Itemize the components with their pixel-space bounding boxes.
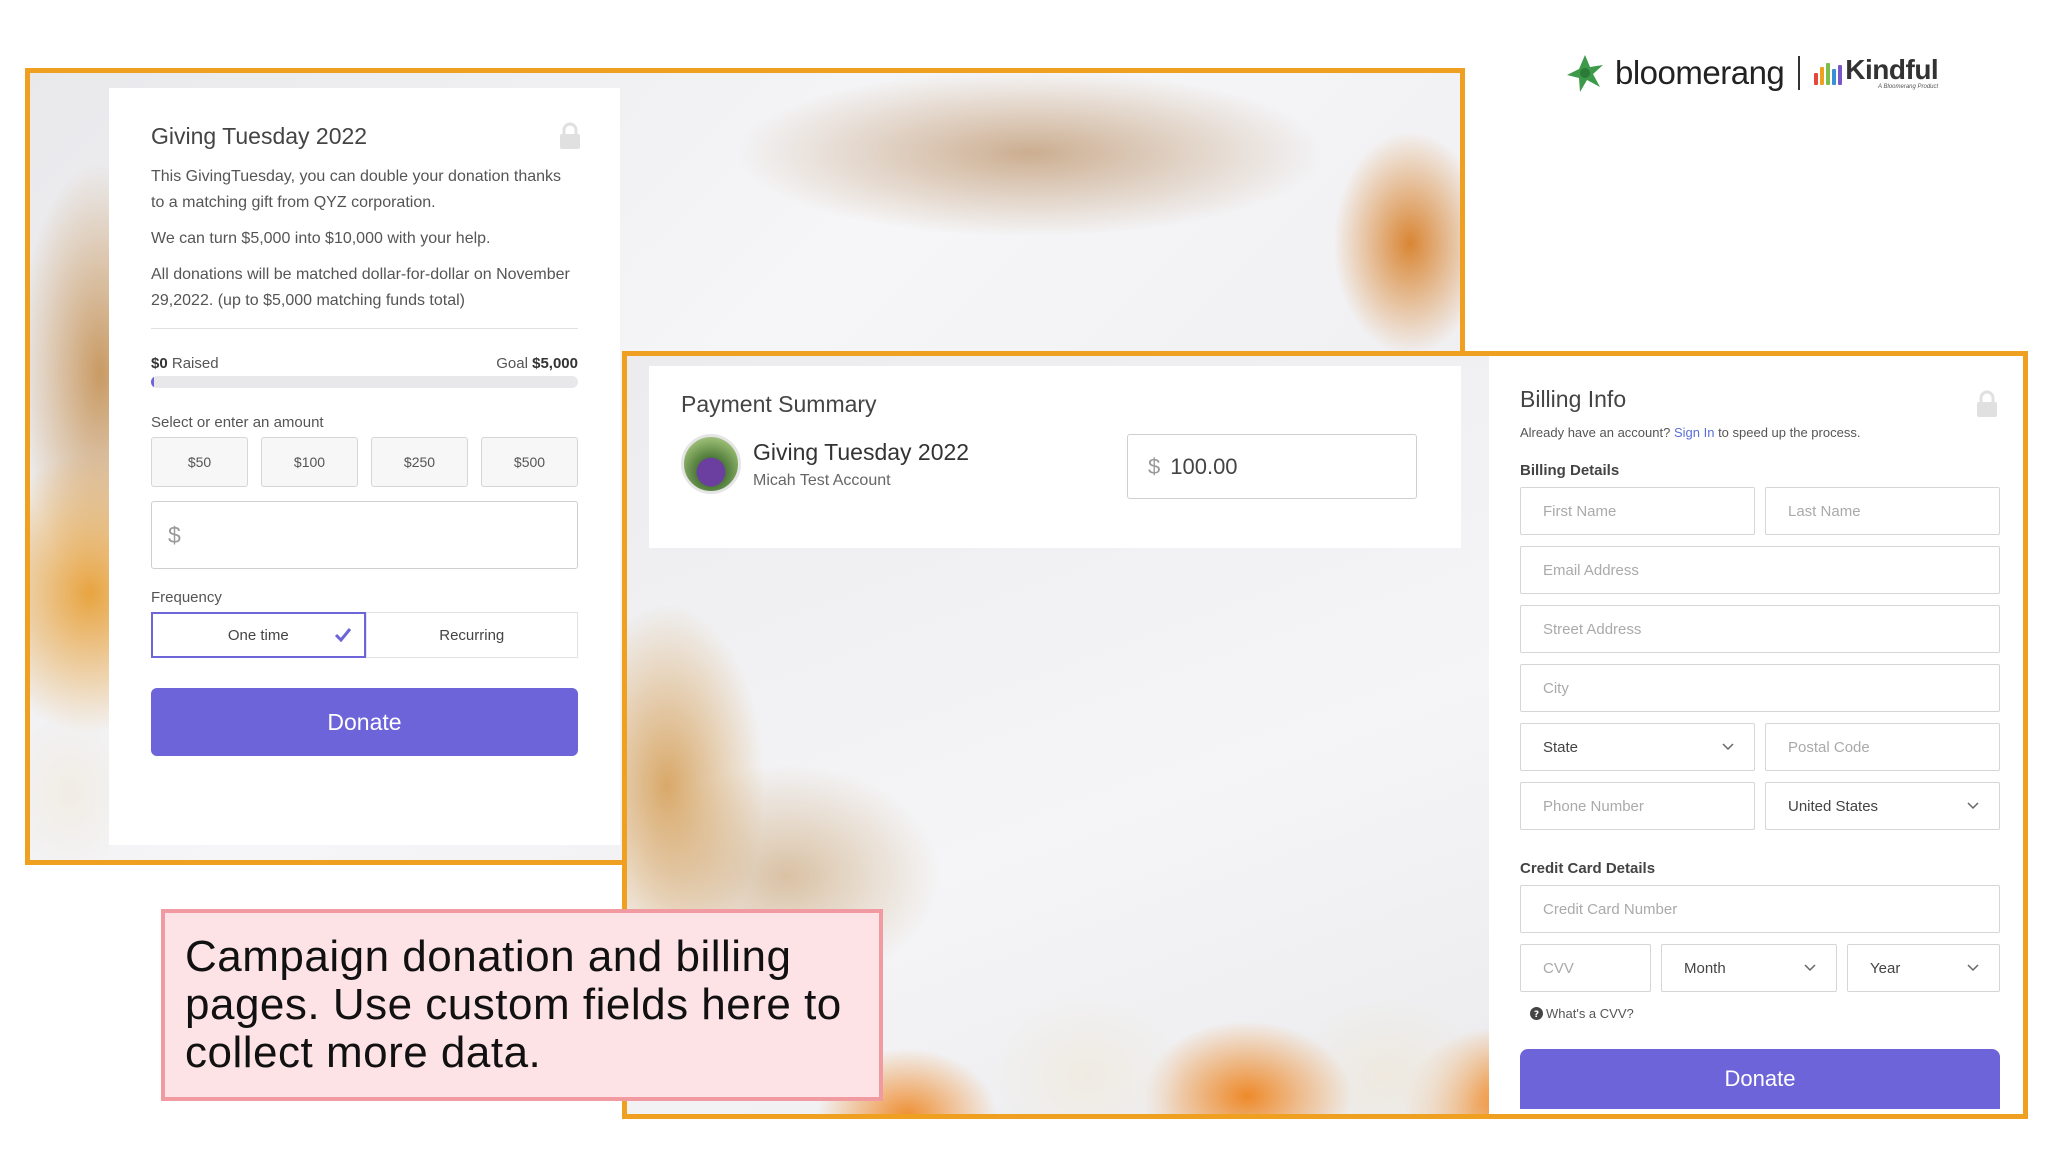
progress-bar-fill xyxy=(151,376,154,388)
payment-summary-title: Payment Summary xyxy=(681,391,877,417)
card-number-field[interactable]: Credit Card Number xyxy=(1520,885,2000,933)
description-paragraph: This GivingTuesday, you can double your … xyxy=(151,168,562,211)
amount-label: Select or enter an amount xyxy=(151,414,324,431)
account-prompt: Already have an account? Sign In to spee… xyxy=(1520,425,2000,440)
donation-form-card: Giving Tuesday 2022 This GivingTuesday, … xyxy=(109,88,620,845)
billing-title: Billing Info xyxy=(1520,386,1627,412)
amount-button-250[interactable]: $250 xyxy=(371,437,468,487)
frequency-one-time-label: One time xyxy=(227,626,289,644)
lock-icon xyxy=(1977,390,1997,417)
payment-summary-card: Payment Summary Giving Tuesday 2022 Mica… xyxy=(649,366,1461,548)
partner-tagline: A Bloomerang Product xyxy=(1878,84,1939,90)
logo-divider xyxy=(1798,56,1801,90)
state-select[interactable]: State xyxy=(1520,723,1755,771)
account-prompt-text: Already have an account? xyxy=(1520,425,1671,440)
frequency-recurring-label: Recurring xyxy=(439,626,505,644)
billing-info-panel: Billing Info Already have an account? Si… xyxy=(1489,356,2023,1114)
svg-text:?: ? xyxy=(1534,1010,1539,1020)
billing-donate-button[interactable]: Donate xyxy=(1520,1049,2000,1109)
lock-icon xyxy=(560,122,580,149)
country-select[interactable]: United States xyxy=(1765,782,2000,830)
year-select[interactable]: Year xyxy=(1847,944,2000,992)
raised-label: Raised xyxy=(171,355,219,372)
chevron-down-icon xyxy=(1967,802,1979,810)
caption-box: Campaign donation and billing pages. Use… xyxy=(161,909,883,1101)
frequency-toggle: One time Recurring xyxy=(151,612,578,658)
brand-name: bloomerang xyxy=(1615,54,1785,91)
kindful-bars-icon xyxy=(1814,61,1843,85)
frequency-one-time[interactable]: One time xyxy=(151,612,366,658)
divider xyxy=(151,328,578,329)
summary-amount-field[interactable]: $ 100.00 xyxy=(1127,434,1417,499)
brand-logo: bloomerang Kindful A Bloomerang Product xyxy=(1563,48,1939,98)
goal-text: Goal $5,000 xyxy=(496,355,578,372)
fundraising-progress-labels: $0 Raised Goal $5,000 xyxy=(151,355,578,372)
checkmark-icon xyxy=(334,628,351,643)
month-select[interactable]: Month xyxy=(1661,944,1837,992)
cvv-field[interactable]: CVV xyxy=(1520,944,1651,992)
summary-account-name: Micah Test Account xyxy=(753,471,891,489)
donate-button[interactable]: Donate xyxy=(151,688,578,756)
amount-button-500[interactable]: $500 xyxy=(481,437,578,487)
goal-label: Goal xyxy=(496,355,528,372)
partner-name: Kindful xyxy=(1845,54,1939,85)
country-value: United States xyxy=(1788,797,1879,815)
last-name-field[interactable]: Last Name xyxy=(1765,487,2000,535)
description-paragraph: All donations will be matched dollar-for… xyxy=(151,266,570,309)
sign-in-link[interactable]: Sign In xyxy=(1674,425,1714,440)
description-paragraph: We can turn $5,000 into $10,000 with you… xyxy=(151,230,491,247)
billing-details-label: Billing Details xyxy=(1520,462,1620,479)
raised-amount: $0 xyxy=(151,355,168,372)
progress-bar xyxy=(151,376,578,388)
chevron-down-icon xyxy=(1967,964,1979,972)
chevron-down-icon xyxy=(1722,743,1734,751)
dollar-sign: $ xyxy=(168,521,181,548)
currency-symbol: $ xyxy=(1148,453,1161,479)
email-field[interactable]: Email Address xyxy=(1520,546,2000,594)
state-value: State xyxy=(1543,738,1579,756)
city-field[interactable]: City xyxy=(1520,664,2000,712)
summary-amount: 100.00 xyxy=(1170,453,1238,479)
postal-code-field[interactable]: Postal Code xyxy=(1765,723,2000,771)
summary-campaign-name: Giving Tuesday 2022 xyxy=(753,438,970,465)
year-value: Year xyxy=(1870,959,1901,977)
raised-text: $0 Raised xyxy=(151,355,219,372)
question-circle-icon: ? xyxy=(1530,1007,1543,1020)
frequency-label: Frequency xyxy=(151,589,222,606)
custom-amount-input[interactable]: $ xyxy=(151,501,578,569)
account-prompt-suffix: to speed up the process. xyxy=(1718,425,1861,440)
phone-field[interactable]: Phone Number xyxy=(1520,782,1755,830)
goal-amount: $5,000 xyxy=(532,355,578,372)
chevron-down-icon xyxy=(1804,964,1816,972)
credit-card-label: Credit Card Details xyxy=(1520,860,1656,877)
campaign-title: Giving Tuesday 2022 xyxy=(151,123,368,149)
first-name-field[interactable]: First Name xyxy=(1520,487,1755,535)
cvv-help-text: What's a CVV? xyxy=(1546,1006,1634,1021)
bloomerang-logo-icon xyxy=(1567,55,1603,92)
amount-button-50[interactable]: $50 xyxy=(151,437,248,487)
cvv-help-link[interactable]: ? What's a CVV? xyxy=(1530,1006,2000,1021)
street-address-field[interactable]: Street Address xyxy=(1520,605,2000,653)
campaign-thumbnail xyxy=(681,434,741,494)
month-value: Month xyxy=(1684,959,1726,977)
amount-button-100[interactable]: $100 xyxy=(261,437,358,487)
frequency-recurring[interactable]: Recurring xyxy=(365,612,578,658)
campaign-description: This GivingTuesday, you can double your … xyxy=(151,164,578,314)
preset-amounts: $50 $100 $250 $500 xyxy=(151,437,578,487)
